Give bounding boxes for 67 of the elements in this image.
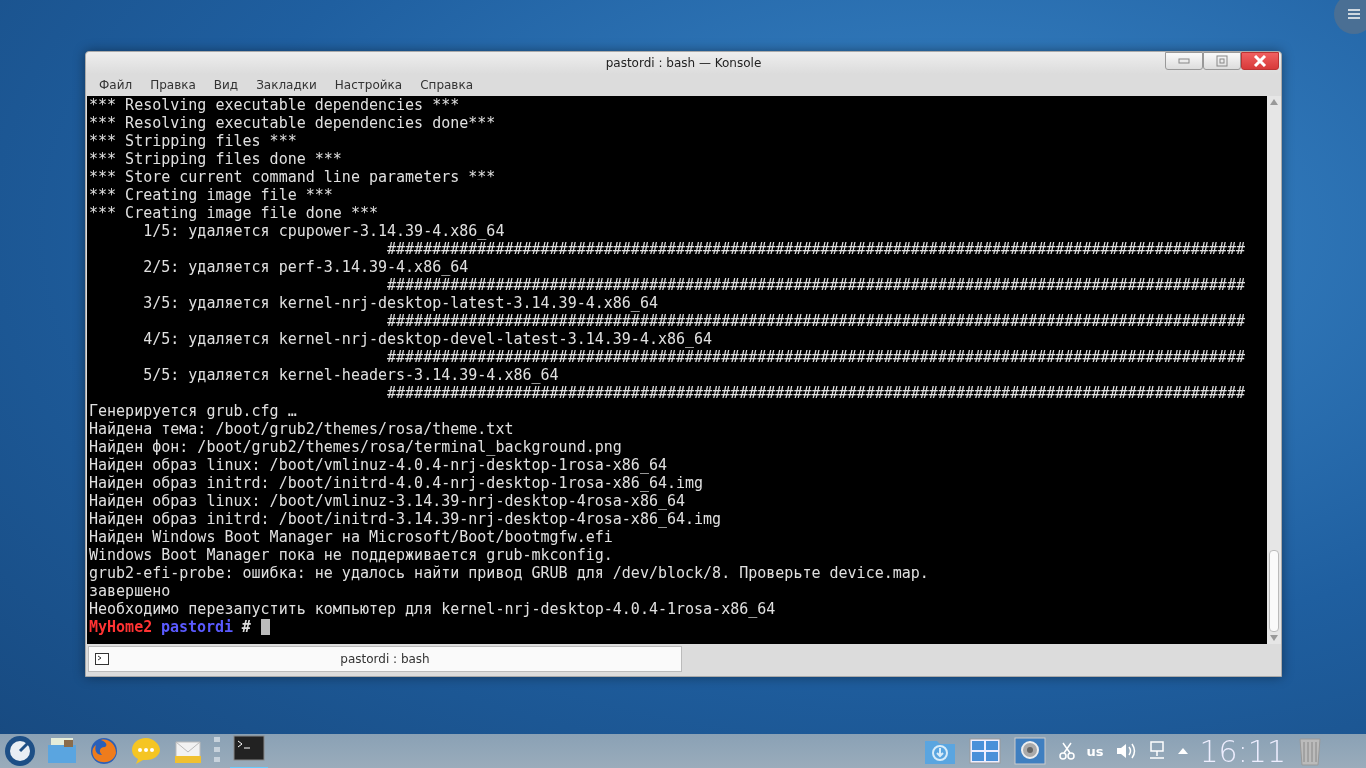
- menu-item[interactable]: Закладки: [247, 78, 326, 92]
- terminal-line: *** Stripping files done ***: [89, 150, 343, 168]
- terminal-line: Найден фон: /boot/grub2/themes/rosa/terminal_background.png: [89, 438, 623, 456]
- scrollbar-thumb[interactable]: [1269, 550, 1279, 632]
- browser-icon[interactable]: [88, 735, 120, 767]
- separator-handle[interactable]: [214, 737, 220, 765]
- text-cursor: [260, 619, 270, 635]
- menu-item[interactable]: Файл: [90, 78, 142, 92]
- menu-item[interactable]: Настройка: [325, 78, 412, 92]
- folder-icon[interactable]: [46, 736, 78, 766]
- terminal-line: Найдена тема: /boot/grub2/themes/rosa/theme.txt: [89, 420, 515, 438]
- expand-tray-icon[interactable]: [1177, 747, 1188, 755]
- terminal-line: завершено: [89, 582, 172, 600]
- terminal-tab[interactable]: pastordi : bash: [88, 646, 682, 672]
- terminal-line: Найден образ initrd: /boot/initrd-3.14.39-nrj-desktop-4rosa-x86_64.img: [89, 510, 723, 528]
- terminal-line: ###############################################################################################: [386, 348, 1246, 366]
- minimize-icon: [1178, 58, 1190, 64]
- maximize-button[interactable]: [1203, 52, 1241, 70]
- launcher-icon[interactable]: [4, 735, 36, 767]
- windows-grid-icon[interactable]: [968, 737, 1001, 765]
- scrollbar[interactable]: [1267, 96, 1281, 644]
- terminal-line: Найден образ linux: /boot/vmlinuz-3.14.39-nrj-desktop-4rosa-x86_64: [89, 492, 687, 510]
- prompt-host: MyHome2: [89, 618, 153, 636]
- terminal-line: 3/5: удаляется kernel-nrj-desktop-latest-3.14.39-4.x86_64: [142, 294, 659, 312]
- terminal-line: ###############################################################################################: [386, 384, 1246, 402]
- scroll-down-icon[interactable]: [1270, 635, 1278, 641]
- menu-item[interactable]: Вид: [204, 78, 248, 92]
- terminal-line: *** Resolving executable dependencies ***: [89, 96, 461, 114]
- prompt-symbol: #: [241, 618, 251, 636]
- terminal-line: *** Resolving executable dependencies done***: [89, 114, 497, 132]
- terminal-icon: [95, 653, 109, 665]
- terminal-line: grub2-efi-probe: ошибка: не удалось найти привод GRUB для /dev/block/8. Проверьте device.map.: [89, 564, 930, 582]
- trash-icon[interactable]: [1298, 736, 1322, 766]
- terminal-line: 1/5: удаляется cpupower-3.14.39-4.x86_64: [142, 222, 506, 240]
- terminal-line: Windows Boot Manager пока не поддерживается grub-mkconfig.: [89, 546, 614, 564]
- settings-icon[interactable]: [1012, 736, 1047, 766]
- terminal-line: 2/5: удаляется perf-3.14.39-4.x86_64: [142, 258, 470, 276]
- terminal-line: *** Stripping files ***: [89, 132, 298, 150]
- minimize-button[interactable]: [1165, 52, 1203, 70]
- terminal-line: *** Creating image file done ***: [89, 204, 379, 222]
- terminal-line: ###############################################################################################: [386, 276, 1246, 294]
- menu-item[interactable]: Правка: [141, 78, 205, 92]
- terminal-line: Необходимо перезапустить компьютер для kernel-nrj-desktop-4.0.4-1rosa-x86_64: [89, 600, 777, 618]
- menu-item[interactable]: Справка: [411, 78, 483, 92]
- terminal-line: Найден образ initrd: /boot/initrd-4.0.4-nrj-desktop-1rosa-x86_64.img: [89, 474, 705, 492]
- scissors-icon[interactable]: [1058, 742, 1075, 760]
- prompt-user: pastordi: [160, 618, 234, 636]
- terminal-line: Найден Windows Boot Manager на Microsoft/Boot/bootmgfw.efi: [89, 528, 614, 546]
- network-icon[interactable]: [1147, 741, 1166, 761]
- terminal-line: 5/5: удаляется kernel-headers-3.14.39-4.x86_64: [142, 366, 560, 384]
- terminal-icon: [233, 735, 265, 761]
- terminal-line: *** Creating image file ***: [89, 186, 334, 204]
- window-title: pastordi : bash — Konsole: [605, 56, 762, 70]
- terminal-line: Найден образ linux: /boot/vmlinuz-4.0.4-nrj-desktop-1rosa-x86_64: [89, 456, 668, 474]
- maximize-icon: [1216, 55, 1228, 67]
- menu-icon: [1347, 8, 1361, 20]
- terminal-line: ###############################################################################################: [386, 240, 1246, 258]
- terminal-task-button[interactable]: [230, 733, 268, 768]
- terminal-line: *** Store current command line parameters ***: [89, 168, 497, 186]
- terminal-line: ###############################################################################################: [386, 312, 1246, 330]
- close-button[interactable]: [1241, 52, 1279, 70]
- speaker-icon[interactable]: [1115, 742, 1136, 760]
- scroll-up-icon[interactable]: [1270, 99, 1278, 105]
- chat-bubble-icon[interactable]: [130, 736, 162, 766]
- terminal-line: 4/5: удаляется kernel-nrj-desktop-devel-latest-3.14.39-4.x86_64: [142, 330, 714, 348]
- terminal-line: Генерируется grub.cfg …: [89, 402, 298, 420]
- close-icon: [1253, 55, 1267, 67]
